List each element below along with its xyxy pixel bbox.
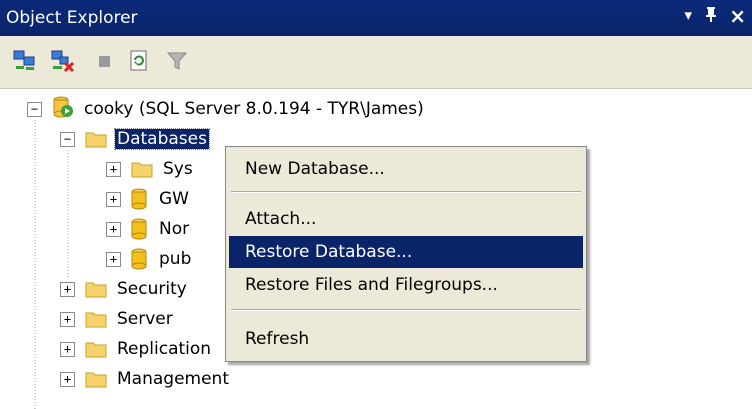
tree-node-management[interactable]: + Management [60, 364, 231, 394]
menu-separator [231, 309, 581, 311]
folder-icon [85, 370, 107, 388]
tree-node-server[interactable]: − cooky (SQL Server 8.0.194 - TYR\James) [27, 94, 426, 124]
tree-node-security[interactable]: + Security [60, 274, 189, 304]
object-explorer-toolbar [0, 36, 752, 89]
expand-toggle[interactable]: + [106, 161, 121, 177]
folder-icon [85, 130, 107, 148]
folder-icon [85, 310, 107, 328]
menu-item-refresh[interactable]: Refresh [229, 323, 583, 355]
menu-item-attach[interactable]: Attach... [229, 203, 583, 235]
expand-toggle[interactable]: + [60, 371, 75, 387]
tree-node-label: Nor [159, 219, 190, 239]
tree-node-replication[interactable]: + Replication [60, 334, 213, 364]
collapse-toggle[interactable]: − [60, 131, 75, 147]
folder-icon [85, 340, 107, 358]
expand-toggle[interactable]: + [106, 221, 121, 237]
tree-node-system-databases[interactable]: + Sys [106, 154, 195, 184]
tree-node-label: Server [117, 309, 173, 329]
refresh-icon[interactable] [126, 48, 152, 74]
filter-icon[interactable] [164, 48, 190, 74]
tree-node-label: Sys [163, 159, 193, 179]
panel-title: Object Explorer [6, 8, 138, 28]
database-icon [131, 218, 147, 240]
server-label: cooky (SQL Server 8.0.194 - TYR\James) [84, 99, 424, 119]
tree-node-label: Management [117, 369, 229, 389]
expand-toggle[interactable]: + [60, 281, 75, 297]
menu-item-new-database[interactable]: New Database... [229, 153, 583, 185]
tree-node-label: Replication [117, 339, 212, 359]
close-icon[interactable]: × [729, 4, 746, 28]
tree-node-label: Security [117, 279, 187, 299]
collapse-toggle[interactable]: − [27, 101, 42, 117]
auto-hide-pin-icon[interactable] [704, 6, 718, 27]
sql-server-icon [52, 95, 74, 124]
tree-node-database[interactable]: + GW [106, 184, 191, 214]
menu-item-restore-files-filegroups[interactable]: Restore Files and Filegroups... [229, 269, 583, 301]
tree-node-database[interactable]: + pub [106, 244, 193, 274]
tree-node-server-objects[interactable]: + Server [60, 304, 175, 334]
expand-toggle[interactable]: + [106, 191, 121, 207]
expand-toggle[interactable]: + [60, 311, 75, 327]
databases-label: Databases [114, 128, 210, 150]
tree-node-database[interactable]: + Nor [106, 214, 191, 244]
menu-item-restore-database[interactable]: Restore Database... [229, 236, 583, 268]
context-menu: New Database... Attach... Restore Databa… [225, 146, 587, 362]
window-position-dropdown-icon[interactable]: ▾ [684, 6, 692, 24]
database-icon [131, 248, 147, 270]
tree-node-label: GW [159, 189, 189, 209]
folder-icon [131, 160, 153, 178]
stop-icon[interactable] [92, 48, 118, 74]
database-icon [131, 188, 147, 210]
tree-node-databases[interactable]: − Databases [60, 124, 210, 154]
menu-separator [231, 191, 581, 193]
folder-icon [85, 280, 107, 298]
expand-toggle[interactable]: + [60, 341, 75, 357]
tree-node-label: pub [159, 249, 192, 269]
object-explorer-title-bar: Object Explorer ▾ × [0, 0, 752, 36]
expand-toggle[interactable]: + [106, 251, 121, 267]
disconnect-icon[interactable] [50, 48, 76, 74]
connect-icon[interactable] [12, 48, 38, 74]
